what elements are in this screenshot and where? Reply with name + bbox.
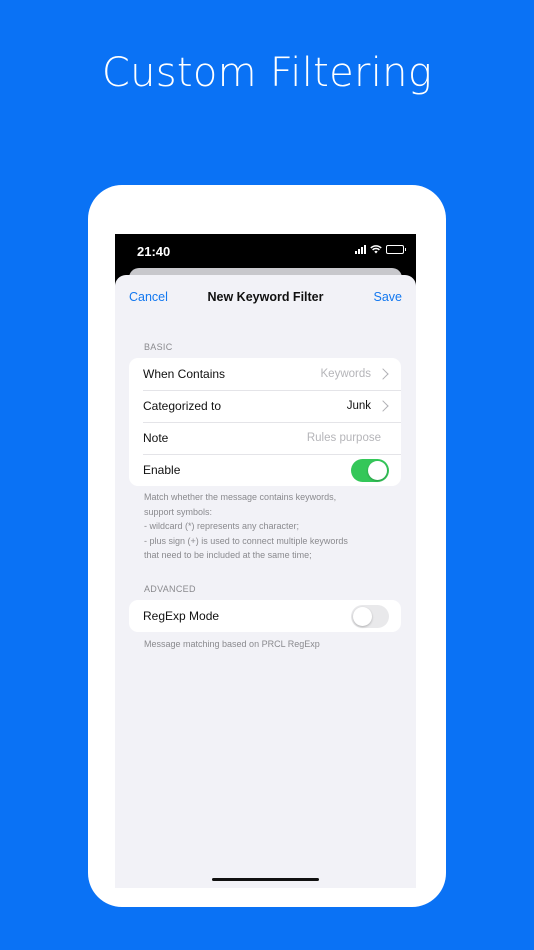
chevron-right-icon [377,400,389,412]
save-button[interactable]: Save [374,290,403,304]
row-regexp-mode: RegExp Mode [129,600,401,632]
advanced-footer-note: Message matching based on PRCL RegExp [144,639,320,649]
section-header-advanced: ADVANCED [144,584,196,594]
enable-toggle[interactable] [351,458,389,482]
row-when-contains[interactable]: When Contains Keywords [129,358,401,390]
keywords-value: Keywords [320,368,372,380]
category-value: Junk [346,400,371,412]
home-indicator[interactable] [212,878,319,881]
basic-footer-note: Match whether the message contains keywo… [144,490,384,563]
status-time: 21:40 [137,244,171,259]
advanced-group: RegExp Mode [129,600,401,632]
cellular-signal-icon [355,245,366,254]
footer-line: support symbols: [144,506,213,517]
phone-screen: 21:40 Cancel New Keyword Filter Save BAS… [115,234,416,888]
status-icons [355,245,406,254]
modal-sheet: Cancel New Keyword Filter Save BASIC Whe… [115,275,416,888]
headline: Custom Filtering [101,50,433,96]
nav-bar: Cancel New Keyword Filter Save [115,275,416,317]
footer-line: - wildcard (*) represents any character; [144,521,300,531]
footer-line: - plus sign (+) is used to connect multi… [144,535,348,546]
row-label: Categorized to [143,399,222,413]
page-title: New Keyword Filter [207,290,324,304]
regexp-mode-toggle[interactable] [351,604,389,628]
status-bar: 21:40 [115,234,416,270]
chevron-right-icon [377,368,389,380]
row-categorized-to[interactable]: Categorized to Junk [129,390,401,422]
footer-line: that need to be included at the same tim… [144,550,312,560]
row-label: RegExp Mode [143,609,220,623]
row-enable: Enable [129,454,401,486]
basic-group: When Contains Keywords Categorized to Ju… [129,358,401,486]
row-note[interactable]: Note Rules purpose [129,422,401,454]
wifi-icon [370,245,382,254]
section-header-basic: BASIC [144,342,173,352]
battery-charging-icon [386,245,406,254]
note-input[interactable]: Rules purpose [307,432,381,444]
row-label: When Contains [143,367,226,381]
footer-line: Match whether the message contains keywo… [144,492,337,502]
row-label: Note [143,431,169,445]
row-label: Enable [143,463,181,477]
